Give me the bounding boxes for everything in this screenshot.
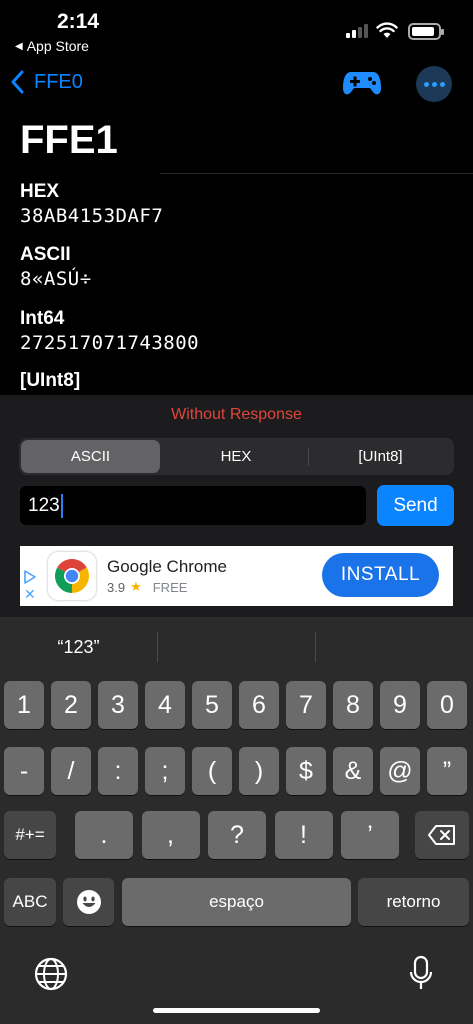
key-symbol-9[interactable]: ” bbox=[427, 747, 467, 795]
key-symbol-4[interactable]: ( bbox=[192, 747, 232, 795]
key-symbol-1[interactable]: / bbox=[51, 747, 91, 795]
title-divider bbox=[160, 173, 473, 174]
key-emoji[interactable] bbox=[63, 878, 114, 926]
ad-meta: 3.9 ★ FREE bbox=[107, 579, 187, 595]
gamepad-icon[interactable] bbox=[342, 68, 382, 98]
key-punct-1[interactable]: , bbox=[141, 811, 200, 859]
key-digit-9[interactable]: 0 bbox=[427, 681, 467, 729]
more-dot-icon bbox=[423, 81, 429, 87]
hex-label: HEX bbox=[20, 181, 60, 202]
segment-hex[interactable]: HEX bbox=[164, 440, 308, 473]
suggestion-bar: “123” bbox=[0, 617, 473, 677]
back-triangle-icon: ◀ bbox=[15, 40, 23, 52]
format-segmented-control: ASCII HEX [UInt8] bbox=[19, 438, 454, 475]
microphone-icon[interactable] bbox=[409, 955, 433, 993]
key-symbol-3[interactable]: ; bbox=[145, 747, 185, 795]
ad-banner[interactable]: ✕ Google Chrome 3.9 ★ FREE INSTALL bbox=[20, 546, 453, 606]
chevron-left-icon bbox=[11, 70, 24, 94]
ascii-label: ASCII bbox=[20, 244, 71, 265]
nav-back-button[interactable]: FFE0 bbox=[10, 70, 83, 94]
key-digit-1[interactable]: 2 bbox=[51, 681, 91, 729]
page-title: FFE1 bbox=[20, 118, 118, 162]
write-input-text: 123 bbox=[28, 494, 60, 516]
navigation-bar: FFE0 bbox=[0, 62, 473, 106]
key-punct-4[interactable]: ’ bbox=[341, 811, 399, 859]
key-symbol-7[interactable]: & bbox=[333, 747, 373, 795]
key-digit-0[interactable]: 1 bbox=[4, 681, 44, 729]
int64-label: Int64 bbox=[20, 308, 65, 329]
key-more-symbols[interactable]: #+= bbox=[4, 811, 56, 859]
wifi-icon bbox=[376, 22, 398, 38]
key-digit-4[interactable]: 5 bbox=[192, 681, 232, 729]
key-space[interactable]: espaço bbox=[122, 878, 351, 926]
text-caret bbox=[60, 493, 63, 518]
status-bar: 2:14 ◀ App Store bbox=[0, 0, 473, 60]
chrome-logo-icon bbox=[48, 552, 96, 600]
key-return[interactable]: retorno bbox=[358, 878, 469, 926]
segment-ascii[interactable]: ASCII bbox=[21, 440, 160, 473]
write-mode-title: Without Response bbox=[171, 406, 302, 423]
suggestion-item[interactable]: “123” bbox=[0, 637, 157, 658]
key-digit-7[interactable]: 8 bbox=[333, 681, 373, 729]
more-options-button[interactable] bbox=[416, 66, 452, 102]
key-symbol-8[interactable]: @ bbox=[380, 747, 420, 795]
back-app-label: App Store bbox=[26, 38, 89, 54]
key-punct-3[interactable]: ! bbox=[274, 811, 333, 859]
key-backspace[interactable] bbox=[415, 811, 469, 859]
back-to-app-store[interactable]: ◀ App Store bbox=[15, 38, 89, 54]
adchoices-icon[interactable] bbox=[23, 570, 37, 584]
key-digit-8[interactable]: 9 bbox=[380, 681, 420, 729]
star-icon: ★ bbox=[130, 579, 142, 594]
key-punct-0[interactable]: . bbox=[75, 811, 133, 859]
segment-uint8[interactable]: [UInt8] bbox=[309, 440, 452, 473]
key-symbol-0[interactable]: - bbox=[4, 747, 44, 795]
key-digit-5[interactable]: 6 bbox=[239, 681, 279, 729]
ad-app-name: Google Chrome bbox=[107, 557, 228, 576]
emoji-icon bbox=[76, 890, 101, 914]
send-button[interactable]: Send bbox=[377, 485, 454, 526]
backspace-icon bbox=[428, 825, 455, 845]
status-time: 2:14 bbox=[57, 10, 100, 33]
cellular-signal-icon bbox=[346, 24, 368, 38]
ad-price: FREE bbox=[152, 579, 188, 595]
key-symbol-2[interactable]: : bbox=[98, 747, 138, 795]
ad-close-icon[interactable]: ✕ bbox=[24, 586, 36, 603]
key-abc[interactable]: ABC bbox=[4, 878, 56, 926]
battery-icon bbox=[408, 23, 444, 40]
int64-value: 272517071743800 bbox=[20, 332, 200, 354]
keyboard: “123” 1234567890 - /:;() $ & @” #+= .,?!’ AB… bbox=[0, 617, 473, 1024]
ad-rating: 3.9 bbox=[107, 579, 126, 595]
key-punct-2[interactable]: ? bbox=[208, 811, 266, 859]
key-digit-6[interactable]: 7 bbox=[286, 681, 326, 729]
write-value-input[interactable]: 123 bbox=[20, 486, 366, 525]
ascii-value: 8«ASÚ÷ bbox=[20, 268, 92, 290]
globe-icon[interactable] bbox=[34, 957, 68, 991]
key-digit-3[interactable]: 4 bbox=[145, 681, 185, 729]
nav-back-label: FFE0 bbox=[34, 70, 83, 93]
hex-value: 38AB4153DAF7 bbox=[20, 205, 164, 227]
write-panel: Without Response ASCII HEX [UInt8] 123 S… bbox=[0, 395, 473, 617]
install-button[interactable]: INSTALL bbox=[322, 553, 439, 597]
home-indicator[interactable] bbox=[153, 1008, 320, 1013]
key-digit-2[interactable]: 3 bbox=[98, 681, 138, 729]
key-symbol-6[interactable]: $ bbox=[286, 747, 326, 795]
key-symbol-5[interactable]: ) bbox=[239, 747, 279, 795]
uint8-label: [UInt8] bbox=[20, 370, 81, 391]
